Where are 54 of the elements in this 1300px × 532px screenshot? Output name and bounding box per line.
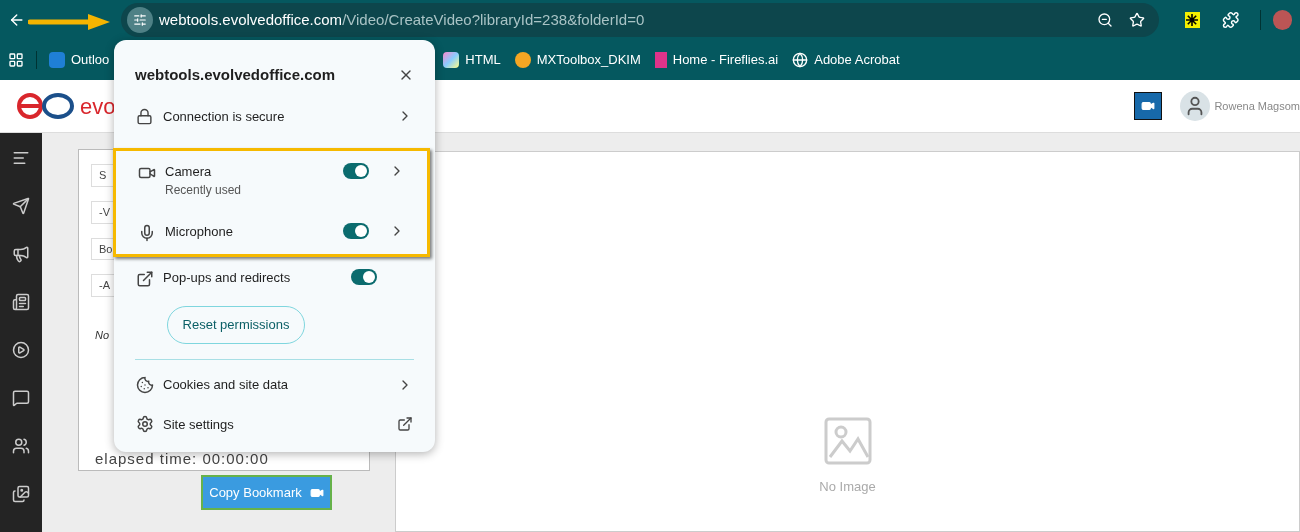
toggle-switch[interactable] — [343, 223, 369, 239]
user-name: Rowena Magsom — [1214, 98, 1300, 114]
play-icon[interactable] — [12, 341, 30, 359]
connection-status[interactable]: Connection is secure — [163, 106, 397, 126]
popup-title: webtools.evolvedoffice.com — [135, 65, 337, 85]
permission-status: Recently used — [165, 182, 243, 199]
video-camera-icon — [1141, 99, 1156, 113]
bookmark-link[interactable]: MXToolbox_DKIM — [536, 50, 641, 70]
chat-icon[interactable] — [12, 389, 30, 407]
send-icon[interactable] — [12, 197, 30, 215]
bookmark-link[interactable]: Outloo — [71, 50, 110, 70]
bookmark-link[interactable]: HTML — [465, 50, 501, 70]
bookmark-star-icon[interactable] — [1129, 12, 1145, 28]
toggle-switch[interactable] — [351, 269, 377, 285]
zoom-out-icon[interactable] — [1097, 12, 1113, 28]
user-avatar[interactable] — [1180, 91, 1211, 121]
users-icon[interactable] — [12, 437, 30, 455]
megaphone-icon[interactable] — [12, 245, 30, 263]
site-info-button[interactable] — [126, 7, 153, 33]
url-text: webtools.evolvedoffice.com/Video/CreateVideo?libraryId=238&folderId=0 — [158, 9, 645, 30]
external-link-icon — [136, 270, 154, 288]
tune-icon — [132, 13, 147, 27]
settings-icon — [136, 415, 154, 434]
toggle-switch[interactable] — [343, 163, 369, 179]
logo-text: evo — [80, 92, 116, 121]
apps-icon[interactable] — [8, 52, 24, 68]
microphone-icon — [138, 224, 156, 242]
globe-icon — [792, 52, 809, 68]
external-link-icon[interactable] — [397, 416, 413, 433]
newspaper-icon[interactable] — [12, 293, 30, 311]
cookie-icon — [136, 375, 154, 394]
lock-icon — [136, 107, 153, 125]
mail-app-icon — [49, 52, 65, 68]
extensions-icon[interactable] — [1222, 11, 1240, 29]
logo-icon — [16, 92, 76, 120]
permission-label: Pop-ups and redirects — [163, 269, 292, 287]
bookmark-link[interactable]: Adobe Acrobat — [814, 50, 900, 70]
elapsed-time: elapsed time: 00:00:00 — [94, 448, 270, 469]
chart-icon[interactable] — [12, 149, 30, 167]
colorful-app-icon — [443, 52, 460, 68]
popup-menu-item[interactable]: Cookies and site data — [163, 375, 397, 395]
bookmark-link[interactable]: Home - Fireflies.ai — [672, 50, 779, 70]
images-icon[interactable] — [12, 485, 30, 503]
address-bar[interactable]: webtools.evolvedoffice.com/Video/CreateVideo?libraryId=238&folderId=0 — [120, 3, 1159, 37]
circle-logo-icon — [514, 52, 531, 68]
note-text: No — [94, 328, 111, 343]
extension-icon[interactable] — [1184, 12, 1201, 28]
image-placeholder-icon — [823, 417, 872, 465]
bookmark-logo-icon — [654, 52, 667, 68]
permission-label: Camera — [165, 163, 213, 181]
permission-label: Microphone — [165, 223, 234, 241]
no-image-text: No Image — [819, 478, 876, 496]
popup-menu-item[interactable]: Site settings — [163, 414, 397, 434]
video-button[interactable] — [1134, 92, 1163, 120]
